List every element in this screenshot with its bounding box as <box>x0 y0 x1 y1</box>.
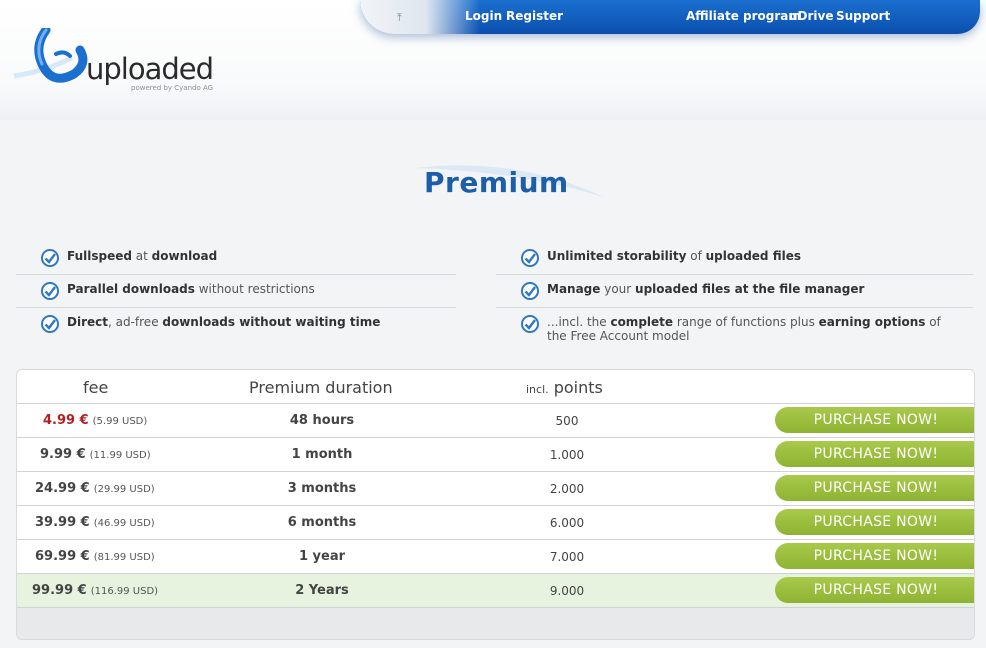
checkmark-icon <box>41 315 59 333</box>
price-usd: (29.99 USD) <box>93 484 155 495</box>
points: 7.000 <box>549 550 585 564</box>
logo-wordmark: uploaded <box>86 52 214 86</box>
points-prefix: incl. <box>526 383 549 396</box>
feature-text: range of functions plus <box>673 315 819 329</box>
points: 9.000 <box>549 584 585 598</box>
up-arrow-icon[interactable]: ⤒ <box>397 11 402 25</box>
divider <box>496 274 973 275</box>
column-header-fee: fee <box>83 378 109 397</box>
feature-bold: Direct <box>67 315 108 329</box>
checkmark-icon <box>521 315 539 333</box>
checkmark-icon <box>41 282 59 300</box>
duration: 3 months <box>287 481 357 496</box>
feature-bold: uploaded files at the file manager <box>635 282 865 296</box>
price-eur: 24.99 € <box>35 481 90 496</box>
pricing-table: fee Premium duration incl. points 4.99 €… <box>16 369 975 640</box>
price-usd: (11.99 USD) <box>89 450 151 461</box>
divider <box>16 274 456 275</box>
top-nav-gloss <box>360 0 480 34</box>
price: 24.99 € (29.99 USD) <box>35 481 155 496</box>
column-header-duration: Premium duration <box>249 378 393 397</box>
feature-bold: Fullspeed <box>67 249 132 263</box>
points: 1.000 <box>549 448 585 462</box>
divider <box>16 307 456 308</box>
duration: 1 year <box>298 549 346 564</box>
duration: 48 hours <box>289 413 355 428</box>
udrive-link[interactable]: uDrive <box>789 9 834 23</box>
points: 6.000 <box>549 516 585 530</box>
duration: 6 months <box>287 515 357 530</box>
feature-text: , ad-free <box>107 315 163 329</box>
logo-tagline: powered by Cyando AG <box>131 84 214 92</box>
feature-bold: earning options <box>818 315 926 329</box>
feature-bold: uploaded files <box>705 249 801 263</box>
price: 9.99 € (11.99 USD) <box>40 447 151 462</box>
feature-bold: Manage <box>547 282 601 296</box>
price-eur: 9.99 € <box>40 447 86 462</box>
feature-text: your <box>600 282 636 296</box>
table-header: fee Premium duration incl. points <box>17 370 974 404</box>
price-eur: 4.99 € <box>43 413 89 428</box>
table-row: 4.99 € (5.99 USD) 48 hours 500 PURCHASE N… <box>17 404 974 438</box>
feature-bold: downloads without waiting time <box>162 315 381 329</box>
price-usd: (5.99 USD) <box>92 416 148 427</box>
table-row: 24.99 € (29.99 USD) 3 months 2.000 PURCHA… <box>17 472 974 506</box>
purchase-now-button[interactable]: PURCHASE NOW! <box>775 441 974 467</box>
price-usd: (46.99 USD) <box>93 518 155 529</box>
duration: 2 Years <box>295 583 349 598</box>
feature-text: without restrictions <box>194 282 315 296</box>
price: 4.99 € (5.99 USD) <box>43 413 147 428</box>
purchase-now-button[interactable]: PURCHASE NOW! <box>775 543 974 569</box>
price: 99.99 € (116.99 USD) <box>32 583 158 598</box>
feature-text: ...incl. the <box>547 315 611 329</box>
feature-bold: Parallel downloads <box>67 282 195 296</box>
points: 2.000 <box>549 482 585 496</box>
purchase-now-button[interactable]: PURCHASE NOW! <box>775 509 974 535</box>
duration: 1 month <box>291 447 353 462</box>
table-row: 9.99 € (11.99 USD) 1 month 1.000 PURCHASE… <box>17 438 974 472</box>
checkmark-icon <box>41 249 59 267</box>
divider <box>496 307 973 308</box>
column-header-points: incl. points <box>526 378 603 397</box>
points: 500 <box>555 414 579 428</box>
purchase-now-button[interactable]: PURCHASE NOW! <box>775 475 974 501</box>
price-usd: (116.99 USD) <box>90 586 159 597</box>
purchase-now-button[interactable]: PURCHASE NOW! <box>775 577 974 603</box>
feature-bold: download <box>151 249 218 263</box>
checkmark-icon <box>521 249 539 267</box>
login-link[interactable]: Login <box>465 9 502 23</box>
support-link[interactable]: Support <box>836 9 890 23</box>
checkmark-icon <box>521 282 539 300</box>
purchase-now-button[interactable]: PURCHASE NOW! <box>775 407 974 433</box>
feature-bold: Unlimited storability <box>547 249 687 263</box>
points-label: points <box>553 378 603 397</box>
table-row: 99.99 € (116.99 USD) 2 Years 9.000 PURCHA… <box>17 574 974 608</box>
price: 69.99 € (81.99 USD) <box>35 549 155 564</box>
price-eur: 99.99 € <box>32 583 87 598</box>
price-usd: (81.99 USD) <box>93 552 155 563</box>
page-title: Premium <box>424 166 569 199</box>
feature-text: at <box>131 249 152 263</box>
affiliate-program-link[interactable]: Affiliate program <box>686 9 801 23</box>
price: 39.99 € (46.99 USD) <box>35 515 155 530</box>
price-eur: 69.99 € <box>35 549 90 564</box>
table-row: 69.99 € (81.99 USD) 1 year 7.000 PURCHASE… <box>17 540 974 574</box>
register-link[interactable]: Register <box>506 9 563 23</box>
table-row: 39.99 € (46.99 USD) 6 months 6.000 PURCHA… <box>17 506 974 540</box>
price-eur: 39.99 € <box>35 515 90 530</box>
feature-text: of <box>686 249 706 263</box>
feature-bold: complete <box>610 315 674 329</box>
